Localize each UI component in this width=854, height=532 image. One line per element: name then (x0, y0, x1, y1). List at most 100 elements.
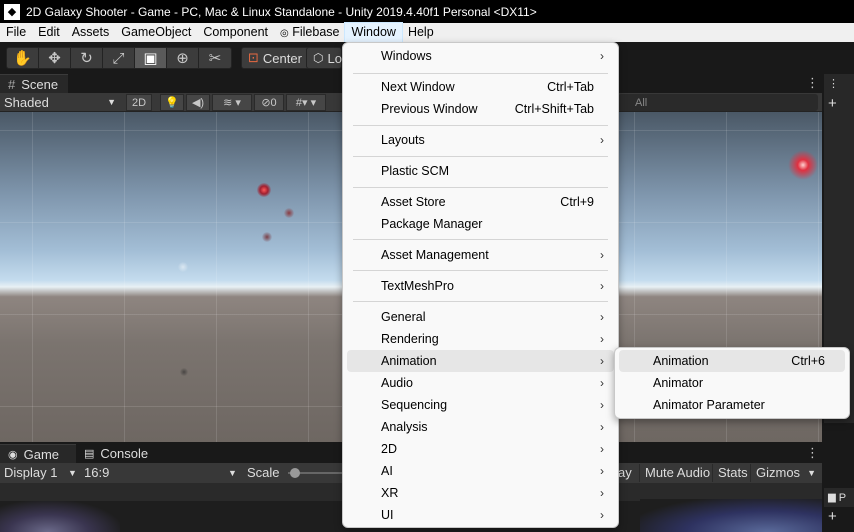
game-panel-menu-icon[interactable]: ⋮ (806, 445, 819, 461)
menu-help[interactable]: Help (402, 23, 440, 42)
tab-console[interactable]: ▤ Console (76, 444, 156, 463)
menu-item-sequencing[interactable]: Sequencing › (347, 394, 614, 416)
menu-item-label: Windows (381, 49, 432, 63)
menu-item-shortcut: Ctrl+Tab (547, 80, 594, 94)
submenu-item-animation[interactable]: Animation Ctrl+6 (619, 350, 845, 372)
lighting-toggle-icon[interactable]: 💡 (160, 94, 184, 111)
chevron-right-icon: › (600, 354, 604, 368)
shading-mode-label: Shaded (4, 95, 49, 110)
menu-item-xr[interactable]: XR › (347, 482, 614, 504)
menu-item-asset-store[interactable]: Asset Store Ctrl+9 (347, 191, 614, 213)
add-icon[interactable]: + (828, 508, 837, 525)
menu-separator (353, 187, 608, 188)
chevron-right-icon: › (600, 398, 604, 412)
menu-item-audio[interactable]: Audio › (347, 372, 614, 394)
menu-item-ai[interactable]: AI › (347, 460, 614, 482)
console-icon: ▤ (84, 448, 95, 460)
menu-item-previous-window[interactable]: Previous Window Ctrl+Shift+Tab (347, 98, 614, 120)
gizmos-label: Gizmos (756, 465, 801, 480)
menu-edit[interactable]: Edit (32, 23, 66, 42)
menu-item-textmeshpro[interactable]: TextMeshPro › (347, 275, 614, 297)
menu-gameobject[interactable]: GameObject (115, 23, 197, 42)
handle-rotation-button[interactable]: ⬡ Lo (306, 47, 342, 69)
menu-item-ui[interactable]: UI › (347, 504, 614, 526)
enemy-sprite (788, 150, 818, 180)
scale-tool-icon[interactable]: ⤢ (103, 48, 135, 68)
menu-item-package-manager[interactable]: Package Manager (347, 213, 614, 235)
tab-game[interactable]: ◉ Game (0, 444, 76, 463)
menu-item-general[interactable]: General › (347, 306, 614, 328)
menu-component[interactable]: Component (197, 23, 274, 42)
transform-tool-icon[interactable]: ⊕ (167, 48, 199, 68)
move-tool-icon[interactable]: ✥ (39, 48, 71, 68)
submenu-item-animator[interactable]: Animator (619, 372, 845, 394)
menu-item-layouts[interactable]: Layouts › (347, 129, 614, 151)
menu-item-plastic-scm[interactable]: Plastic SCM (347, 160, 614, 182)
nebula-background (0, 501, 120, 532)
scene-panel-menu-icon[interactable]: ⋮ (806, 75, 819, 91)
eye-slash-icon: ⊘ (261, 97, 271, 109)
title-bar: ◆ 2D Galaxy Shooter - Game - PC, Mac & L… (0, 0, 854, 23)
rotate-tool-icon[interactable]: ↻ (71, 48, 103, 68)
menu-assets[interactable]: Assets (66, 23, 116, 42)
scene-hash-icon: # (8, 76, 16, 92)
rect-tool-icon[interactable]: ▣ (135, 48, 167, 68)
effects-dropdown-icon[interactable]: ≋ ▾ (212, 94, 252, 111)
display-dropdown[interactable]: Display 1 ▼ (4, 463, 80, 483)
custom-tool-icon[interactable]: ✂ (199, 48, 231, 68)
grid-line (32, 112, 33, 442)
chevron-right-icon: › (600, 486, 604, 500)
menu-item-analysis[interactable]: Analysis › (347, 416, 614, 438)
game-tab-label: Game (23, 446, 60, 462)
audio-toggle-icon[interactable]: ◀) (186, 94, 210, 111)
2d-mode-toggle[interactable]: 2D (126, 94, 152, 111)
project-tab[interactable]: ▆ P (824, 488, 854, 507)
aspect-dropdown[interactable]: 16:9 ▼ (84, 463, 240, 483)
chevron-right-icon: › (600, 248, 604, 262)
window-menu-dropdown: Windows › Next Window Ctrl+Tab Previous … (342, 42, 619, 528)
hidden-objects-icon[interactable]: ⊘ 0 (254, 94, 284, 111)
scale-slider-thumb[interactable] (290, 468, 300, 478)
hand-tool-icon[interactable]: ✋ (7, 48, 39, 68)
chevron-right-icon: › (600, 279, 604, 293)
menu-item-label: Asset Management (381, 248, 489, 262)
menu-item-next-window[interactable]: Next Window Ctrl+Tab (347, 76, 614, 98)
submenu-item-animator-parameter[interactable]: Animator Parameter (619, 394, 845, 416)
scene-search-input[interactable]: All (618, 94, 818, 111)
menu-item-windows[interactable]: Windows › (347, 45, 614, 67)
asteroid-sprite (180, 368, 188, 376)
gamepad-icon: ◉ (8, 448, 18, 461)
console-tab-label: Console (100, 446, 149, 461)
menu-item-rendering[interactable]: Rendering › (347, 328, 614, 350)
stats-toggle[interactable]: Stats (712, 464, 753, 482)
tab-scene[interactable]: # Scene (0, 74, 68, 93)
menu-item-2d[interactable]: 2D › (347, 438, 614, 460)
shading-mode-dropdown[interactable]: Shaded ▼ (4, 93, 120, 112)
menu-file[interactable]: File (0, 23, 32, 42)
menu-item-label: Plastic SCM (381, 164, 450, 178)
enemy-sprite (257, 183, 271, 197)
grid-dropdown-icon[interactable]: #▾ ▾ (286, 94, 326, 111)
menu-item-animation[interactable]: Animation › (347, 350, 614, 372)
menu-item-label: XR (381, 486, 399, 500)
gizmos-dropdown[interactable]: Gizmos ▼ (750, 464, 818, 482)
handle-label: Lo (327, 50, 342, 66)
scale-slider[interactable] (288, 463, 342, 483)
add-icon[interactable]: + (828, 95, 837, 112)
menu-item-label: 2D (381, 442, 397, 456)
enemy-sprite (284, 208, 294, 218)
grid-line (124, 112, 125, 442)
menu-filebase[interactable]: ◎ Filebase (274, 23, 345, 42)
grid-line (216, 112, 217, 442)
menu-window[interactable]: Window (344, 22, 403, 43)
enemy-sprite (262, 232, 272, 242)
mute-audio-toggle[interactable]: Mute Audio (639, 464, 715, 482)
right-panel-tab[interactable]: ⋮ (824, 74, 854, 93)
chevron-down-icon: ▼ (807, 468, 816, 478)
window-title: 2D Galaxy Shooter - Game - PC, Mac & Lin… (26, 4, 537, 19)
pivot-label: Center (262, 50, 302, 66)
menu-item-asset-management[interactable]: Asset Management › (347, 244, 614, 266)
scene-search-placeholder: All (635, 96, 648, 109)
filebase-icon: ◎ (280, 28, 289, 39)
pivot-center-icon: ⊡ (248, 50, 259, 65)
